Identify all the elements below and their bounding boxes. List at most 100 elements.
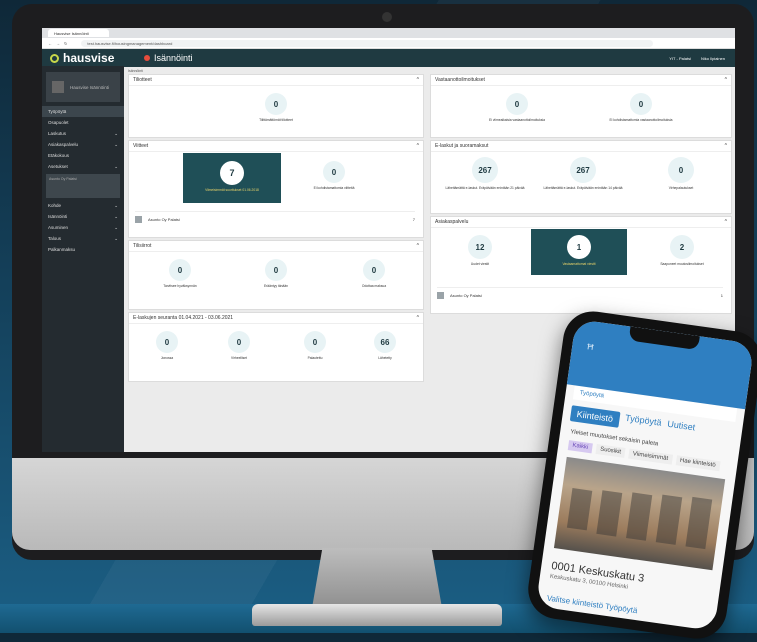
tab-uutiset[interactable]: Uutiset (666, 419, 696, 439)
avatar (52, 81, 64, 93)
app-logo[interactable]: hausvise (42, 51, 132, 65)
metric-jonossa[interactable]: 0 Jonossa (137, 331, 197, 360)
sidebar-item-label: Asiakaspalvelu (48, 142, 79, 147)
metric-tiliotteet[interactable]: 0 Tilittämättömät tiliotteet (236, 93, 316, 122)
metric-label: Uudet viestit (470, 262, 490, 266)
sidebar-item-etakokous[interactable]: Etäkokous (42, 150, 124, 161)
reload-icon[interactable]: ↻ (64, 41, 67, 46)
header-right: YIT - Palatsi Niko Ilpiainen (669, 56, 735, 61)
sidebar-item-label: Talous (48, 236, 62, 241)
chevron-up-icon[interactable]: ^ (417, 315, 419, 321)
building-photo[interactable] (553, 456, 726, 571)
chevron-down-icon: ⌄ (114, 213, 118, 219)
search-input[interactable]: Hae kiinteistö (675, 455, 721, 472)
app-header: hausvise Isännöinti YIT - Palatsi Niko I… (42, 49, 735, 67)
chevron-up-icon[interactable]: ^ (417, 77, 419, 83)
list-item[interactable]: Asunto Oy Palatsi 7 (135, 211, 415, 226)
chevron-up-icon[interactable]: ^ (725, 77, 727, 83)
card-asiakaspalvelu: Asiakaspalvelu ^ 12 Uudet viestit 1 Vasta… (430, 216, 732, 314)
metric-circle: 0 (304, 331, 326, 353)
sidebar-item-label: Osapuolet (48, 120, 69, 125)
sidebar-item-tyopoyta[interactable]: Työpöytä (42, 106, 124, 117)
sidebar-item-talous[interactable]: Talous ⌄ (42, 233, 124, 244)
browser-tab-title: Hausvise Isännöinti (54, 30, 89, 36)
metric-muutosilmoitukset[interactable]: 2 Saapuneet muutosilmoitukset (637, 235, 727, 266)
back-icon[interactable]: ← (48, 41, 52, 46)
chevron-up-icon[interactable]: ^ (725, 143, 727, 149)
sidebar-item-palkanmaksu[interactable]: Palkanmaksu (42, 244, 124, 255)
company-selector[interactable]: YIT - Palatsi (669, 56, 691, 61)
metric-circle: 267 (472, 157, 498, 183)
metric-tilisiirrot-3[interactable]: 0 Odottaa maksua (339, 259, 409, 288)
card-tilisiirrot: Tilisiirrot ^ 0 Tarvitsee hyväksynnän 0 E… (128, 240, 424, 310)
metric-highlight[interactable]: 1 Vastaamattomat viestit (531, 229, 627, 275)
sidebar-item-asuminen[interactable]: Asuminen ⌄ (42, 222, 124, 233)
metric-label: Tilittämättömät tiliotteet (259, 118, 293, 122)
sidebar-item-osapuolet[interactable]: Osapuolet (42, 117, 124, 128)
logo-text: hausvise (63, 51, 115, 65)
card-suoramaksut: E-laskut ja suoramaksut ^ 267 Lähettämätt… (430, 140, 732, 214)
notification-badge[interactable] (144, 55, 150, 61)
logo-icon (50, 53, 59, 63)
sidebar-item-laskutus[interactable]: Laskutus ⌄ (42, 128, 124, 139)
sidebar-item-asiakaspalvelu[interactable]: Asiakaspalvelu ⌄ (42, 139, 124, 150)
tab-kiinteisto[interactable]: Kiinteistö (569, 405, 621, 428)
list-item[interactable]: Asunto Oy Palatsi 1 (437, 287, 723, 302)
sidebar-item-asetukset[interactable]: Asetukset ⌄ (42, 161, 124, 172)
photo-detail (685, 496, 713, 550)
card-header: Vastaanottoilmoitukset ^ (431, 75, 731, 86)
metric-virheelliset[interactable]: 0 Virheelliset (209, 331, 269, 360)
metric-palautettu[interactable]: 0 Palautettu (285, 331, 345, 360)
sidebar-item-label: Työpöytä (48, 109, 67, 114)
metric-lahetetty[interactable]: 66 Lähetetty (355, 331, 415, 360)
address-field[interactable]: test.hausvise.fi/housingmanagement/dashb… (81, 39, 654, 47)
chip-viimeisimmat[interactable]: Viimeisimmät (628, 448, 673, 465)
metric-tilisiirrot-2[interactable]: 0 Erääntyy tänään (241, 259, 311, 288)
phone-screen: ꟸ Työpöytä Kiinteistö Työpöytä Uutiset Y… (535, 318, 755, 632)
photo-detail (566, 488, 593, 531)
browser-tab[interactable]: Hausvise Isännöinti (48, 29, 109, 37)
user-menu[interactable]: Niko Ilpiainen (701, 56, 725, 61)
app-title: Isännöinti (144, 53, 193, 63)
metric-tilisiirrot-1[interactable]: 0 Tarvitsee hyväksynnän (145, 259, 215, 288)
metric-label: Saapuneet muutosilmoitukset (660, 262, 704, 266)
metric-label: Ei kohdistamattomia vastaanottoilmoituks… (609, 118, 673, 122)
photo-detail (626, 492, 653, 541)
building-icon (437, 291, 444, 299)
metric-vastaanotto-2[interactable]: 0 Ei kohdistamattomia vastaanottoilmoitu… (591, 93, 691, 122)
monitor-base (252, 604, 502, 626)
metric-vastaanotto-1[interactable]: 0 Ei viimeaikaisia vastaanottoilmoituksi… (467, 93, 567, 122)
list-item-value: 1 (720, 292, 723, 298)
sidebar-company-card[interactable]: Asunto Oy Palatsi (46, 174, 120, 198)
metric-circle: 7 (220, 161, 244, 185)
browser-addressbar: ← → ↻ test.hausvise.fi/housingmanagement… (42, 38, 735, 49)
card-title: E-laskut ja suoramaksut (435, 143, 489, 149)
list-item-name-wrap: Asunto Oy Palatsi (437, 291, 482, 299)
chevron-up-icon[interactable]: ^ (417, 243, 419, 249)
sidebar-item-isannointi[interactable]: Isännöinti ⌄ (42, 211, 124, 222)
metric-highlight[interactable]: 7 Viimeisimmät suoritukset 01.06.2018 (183, 153, 281, 203)
chip-suosikit[interactable]: Suosikit (595, 443, 626, 458)
photo-detail (596, 490, 623, 537)
list-item-name: Asunto Oy Palatsi (450, 292, 482, 298)
chevron-up-icon[interactable]: ^ (725, 219, 727, 225)
card-title: Vastaanottoilmoitukset (435, 77, 485, 83)
forward-icon[interactable]: → (56, 41, 60, 46)
card-vastaanottoilmoitukset: Vastaanottoilmoitukset ^ 0 Ei viimeaikais… (430, 74, 732, 138)
tab-tyopoyta[interactable]: Työpöytä (624, 413, 663, 434)
chevron-down-icon: ⌄ (114, 202, 118, 208)
camera-icon (382, 12, 392, 22)
metric-suoramaksut-21[interactable]: 267 Lähettämättä e-laskut. Eräpäivään en… (445, 157, 525, 190)
card-tiliotteet: Tiliotteet ^ 0 Tilittämättömät tiliotteet (128, 74, 424, 138)
sidebar-profile[interactable]: Hausvise Isännöinti (46, 72, 120, 102)
chevron-up-icon[interactable]: ^ (417, 143, 419, 149)
metric-suoramaksut-14[interactable]: 267 Lähettämättä e-laskut. Eräpäivään en… (543, 157, 623, 190)
metric-virhepalautukset[interactable]: 0 Virhepalautukset (641, 157, 721, 190)
sidebar: Hausvise Isännöinti Työpöytä Osapuolet L… (42, 66, 124, 452)
metric-viitteet-unassigned[interactable]: 0 Ei kohdistamattomia viitteitä (299, 161, 369, 190)
sidebar-item-kohde[interactable]: Kohde ⌄ (42, 200, 124, 211)
metric-circle: 0 (363, 259, 385, 281)
chip-kaikki[interactable]: Kaikki (567, 440, 593, 454)
metric-uudet-viestit[interactable]: 12 Uudet viestit (445, 235, 515, 266)
card-header: Viitteet ^ (129, 141, 423, 152)
